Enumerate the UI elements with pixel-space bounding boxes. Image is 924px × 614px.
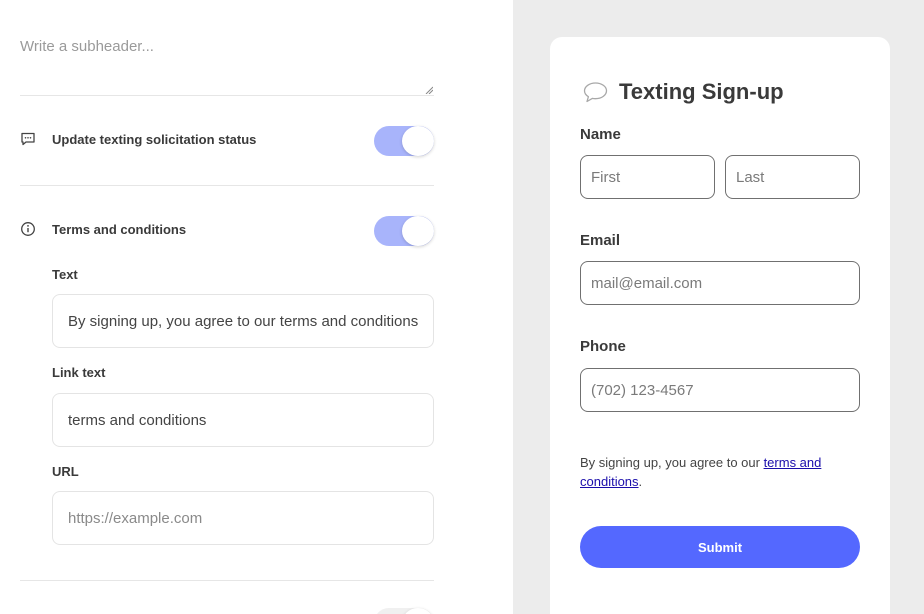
url-label: URL	[52, 464, 79, 479]
solicitation-label: Update texting solicitation status	[52, 132, 257, 147]
consent-suffix: .	[638, 474, 643, 489]
subheader-textarea[interactable]	[20, 28, 434, 96]
link-text-label: Link text	[52, 365, 106, 380]
terms-text-label: Text	[52, 267, 78, 282]
phone-label: Phone	[580, 338, 626, 355]
terms-text-input[interactable]	[52, 294, 434, 348]
consent-text: By signing up, you agree to our terms an…	[580, 453, 870, 491]
message-icon	[21, 132, 35, 146]
terms-toggle[interactable]	[374, 216, 434, 246]
card-title: Texting Sign-up	[619, 79, 784, 104]
first-name-input[interactable]	[580, 155, 715, 199]
speech-bubble-icon	[583, 82, 608, 103]
toggle-knob	[402, 216, 434, 246]
resize-grip-icon[interactable]	[425, 86, 433, 94]
terms-label: Terms and conditions	[52, 222, 187, 237]
toggle-knob	[402, 126, 434, 156]
preview-panel: Texting Sign-up Name Email Phone By sign…	[513, 0, 924, 614]
url-input[interactable]	[52, 491, 434, 545]
phone-input[interactable]	[580, 368, 860, 412]
toggle-knob	[402, 608, 434, 614]
signup-card: Texting Sign-up Name Email Phone By sign…	[550, 37, 890, 614]
next-toggle[interactable]	[374, 608, 434, 614]
email-input[interactable]	[580, 261, 860, 305]
link-text-input[interactable]	[52, 393, 434, 447]
settings-panel: Update texting solicitation status Terms…	[0, 0, 513, 614]
info-icon	[21, 222, 35, 236]
submit-button[interactable]: Submit	[580, 526, 860, 568]
solicitation-toggle[interactable]	[374, 126, 434, 156]
last-name-input[interactable]	[725, 155, 860, 199]
divider	[20, 580, 434, 581]
card-header: Texting Sign-up	[582, 77, 784, 107]
email-label: Email	[580, 232, 621, 249]
consent-prefix: By signing up, you agree to our	[580, 455, 764, 470]
divider	[20, 185, 434, 186]
name-label: Name	[580, 126, 621, 143]
